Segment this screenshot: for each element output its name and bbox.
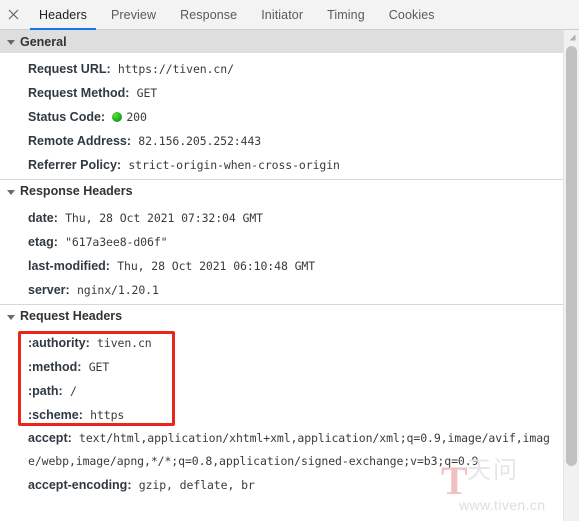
header-row: last-modified: Thu, 28 Oct 2021 06:10:48…: [0, 254, 563, 278]
section-title-response-headers: Response Headers: [20, 184, 133, 198]
header-value: "617a3ee8-d06f": [65, 235, 168, 249]
vertical-scrollbar[interactable]: [563, 30, 579, 521]
tab-cookies[interactable]: Cookies: [377, 0, 447, 29]
close-icon: [8, 9, 19, 20]
header-value: https: [90, 408, 125, 422]
tab-initiator-label: Initiator: [261, 7, 304, 22]
section-header-request-headers[interactable]: Request Headers: [0, 304, 563, 327]
header-value: /: [69, 384, 77, 398]
header-value: text/html,application/xhtml+xml,applicat…: [28, 431, 550, 468]
header-row: server: nginx/1.20.1: [0, 278, 563, 302]
request-headers-rows: :authority: tiven.cn :method: GET :path:…: [0, 327, 563, 499]
header-key: accept:: [28, 431, 72, 445]
close-panel-button[interactable]: [0, 0, 27, 29]
header-value: strict-origin-when-cross-origin: [128, 158, 340, 172]
header-row: Request URL: https://tiven.cn/: [0, 57, 563, 81]
header-key: etag:: [28, 235, 58, 249]
section-title-request-headers: Request Headers: [20, 309, 123, 323]
header-key: date:: [28, 211, 58, 225]
header-value: gzip, deflate, br: [138, 478, 255, 492]
header-row: :scheme: https: [0, 403, 563, 427]
tab-list: Headers Preview Response Initiator Timin…: [27, 0, 447, 30]
header-row: date: Thu, 28 Oct 2021 07:32:04 GMT: [0, 206, 563, 230]
header-value: Thu, 28 Oct 2021 07:32:04 GMT: [65, 211, 263, 225]
header-row: :authority: tiven.cn: [0, 331, 563, 355]
chevron-down-icon: [7, 314, 15, 320]
tab-response-label: Response: [180, 7, 238, 22]
header-key: Request Method:: [28, 86, 130, 100]
header-row: accept: text/html,application/xhtml+xml,…: [0, 427, 563, 473]
header-value: nginx/1.20.1: [76, 283, 159, 297]
header-key: Remote Address:: [28, 134, 132, 148]
header-key: server:: [28, 283, 70, 297]
header-value[interactable]: https://tiven.cn/: [118, 62, 234, 76]
header-key: :authority:: [28, 336, 90, 350]
tab-initiator[interactable]: Initiator: [249, 0, 315, 29]
tab-headers-label: Headers: [39, 7, 87, 22]
header-key: Request URL:: [28, 62, 111, 76]
header-value: GET: [136, 86, 158, 100]
header-value: 82.156.205.252:443: [138, 134, 262, 148]
tab-preview[interactable]: Preview: [99, 0, 168, 29]
header-value: Thu, 28 Oct 2021 06:10:48 GMT: [117, 259, 316, 273]
tab-preview-label: Preview: [110, 7, 157, 22]
header-row: etag: "617a3ee8-d06f": [0, 230, 563, 254]
tab-timing[interactable]: Timing: [315, 0, 377, 29]
tab-response[interactable]: Response: [168, 0, 249, 29]
header-key: :path:: [28, 384, 63, 398]
header-key: last-modified:: [28, 259, 110, 273]
section-title-general: General: [20, 34, 67, 49]
general-rows: Request URL: https://tiven.cn/ Request M…: [0, 53, 563, 179]
scrollbar-thumb[interactable]: [566, 46, 577, 466]
chevron-down-icon: [7, 40, 15, 45]
header-row: Request Method: GET: [0, 81, 563, 105]
tab-timing-label: Timing: [327, 7, 365, 22]
headers-panel: General Request URL: https://tiven.cn/ R…: [0, 30, 579, 521]
network-detail-tabbar: Headers Preview Response Initiator Timin…: [0, 0, 579, 30]
header-key: Referrer Policy:: [28, 158, 122, 172]
status-ok-icon: [112, 112, 123, 122]
header-row: accept-encoding: gzip, deflate, br: [0, 473, 563, 497]
tab-cookies-label: Cookies: [388, 7, 435, 22]
response-headers-rows: date: Thu, 28 Oct 2021 07:32:04 GMT etag…: [0, 202, 563, 304]
headers-scroll-content: General Request URL: https://tiven.cn/ R…: [0, 30, 563, 521]
tab-headers[interactable]: Headers: [27, 0, 99, 30]
header-value: 200: [126, 110, 147, 124]
scroll-up-button[interactable]: [564, 30, 579, 44]
triangle-up-icon: [567, 34, 576, 41]
chevron-down-icon: [7, 189, 15, 195]
header-key: :method:: [28, 360, 82, 374]
header-row: Status Code: 200: [0, 105, 563, 129]
header-key: Status Code:: [28, 110, 106, 124]
header-value: tiven.cn: [97, 336, 152, 350]
section-header-general[interactable]: General: [0, 30, 563, 53]
header-value: GET: [88, 360, 110, 374]
section-header-response-headers[interactable]: Response Headers: [0, 179, 563, 202]
header-row: :method: GET: [0, 355, 563, 379]
header-row: Remote Address: 82.156.205.252:443: [0, 129, 563, 153]
header-key: :scheme:: [28, 408, 83, 422]
header-row: :path: /: [0, 379, 563, 403]
header-key: accept-encoding:: [28, 478, 132, 492]
header-row: Referrer Policy: strict-origin-when-cros…: [0, 153, 563, 177]
